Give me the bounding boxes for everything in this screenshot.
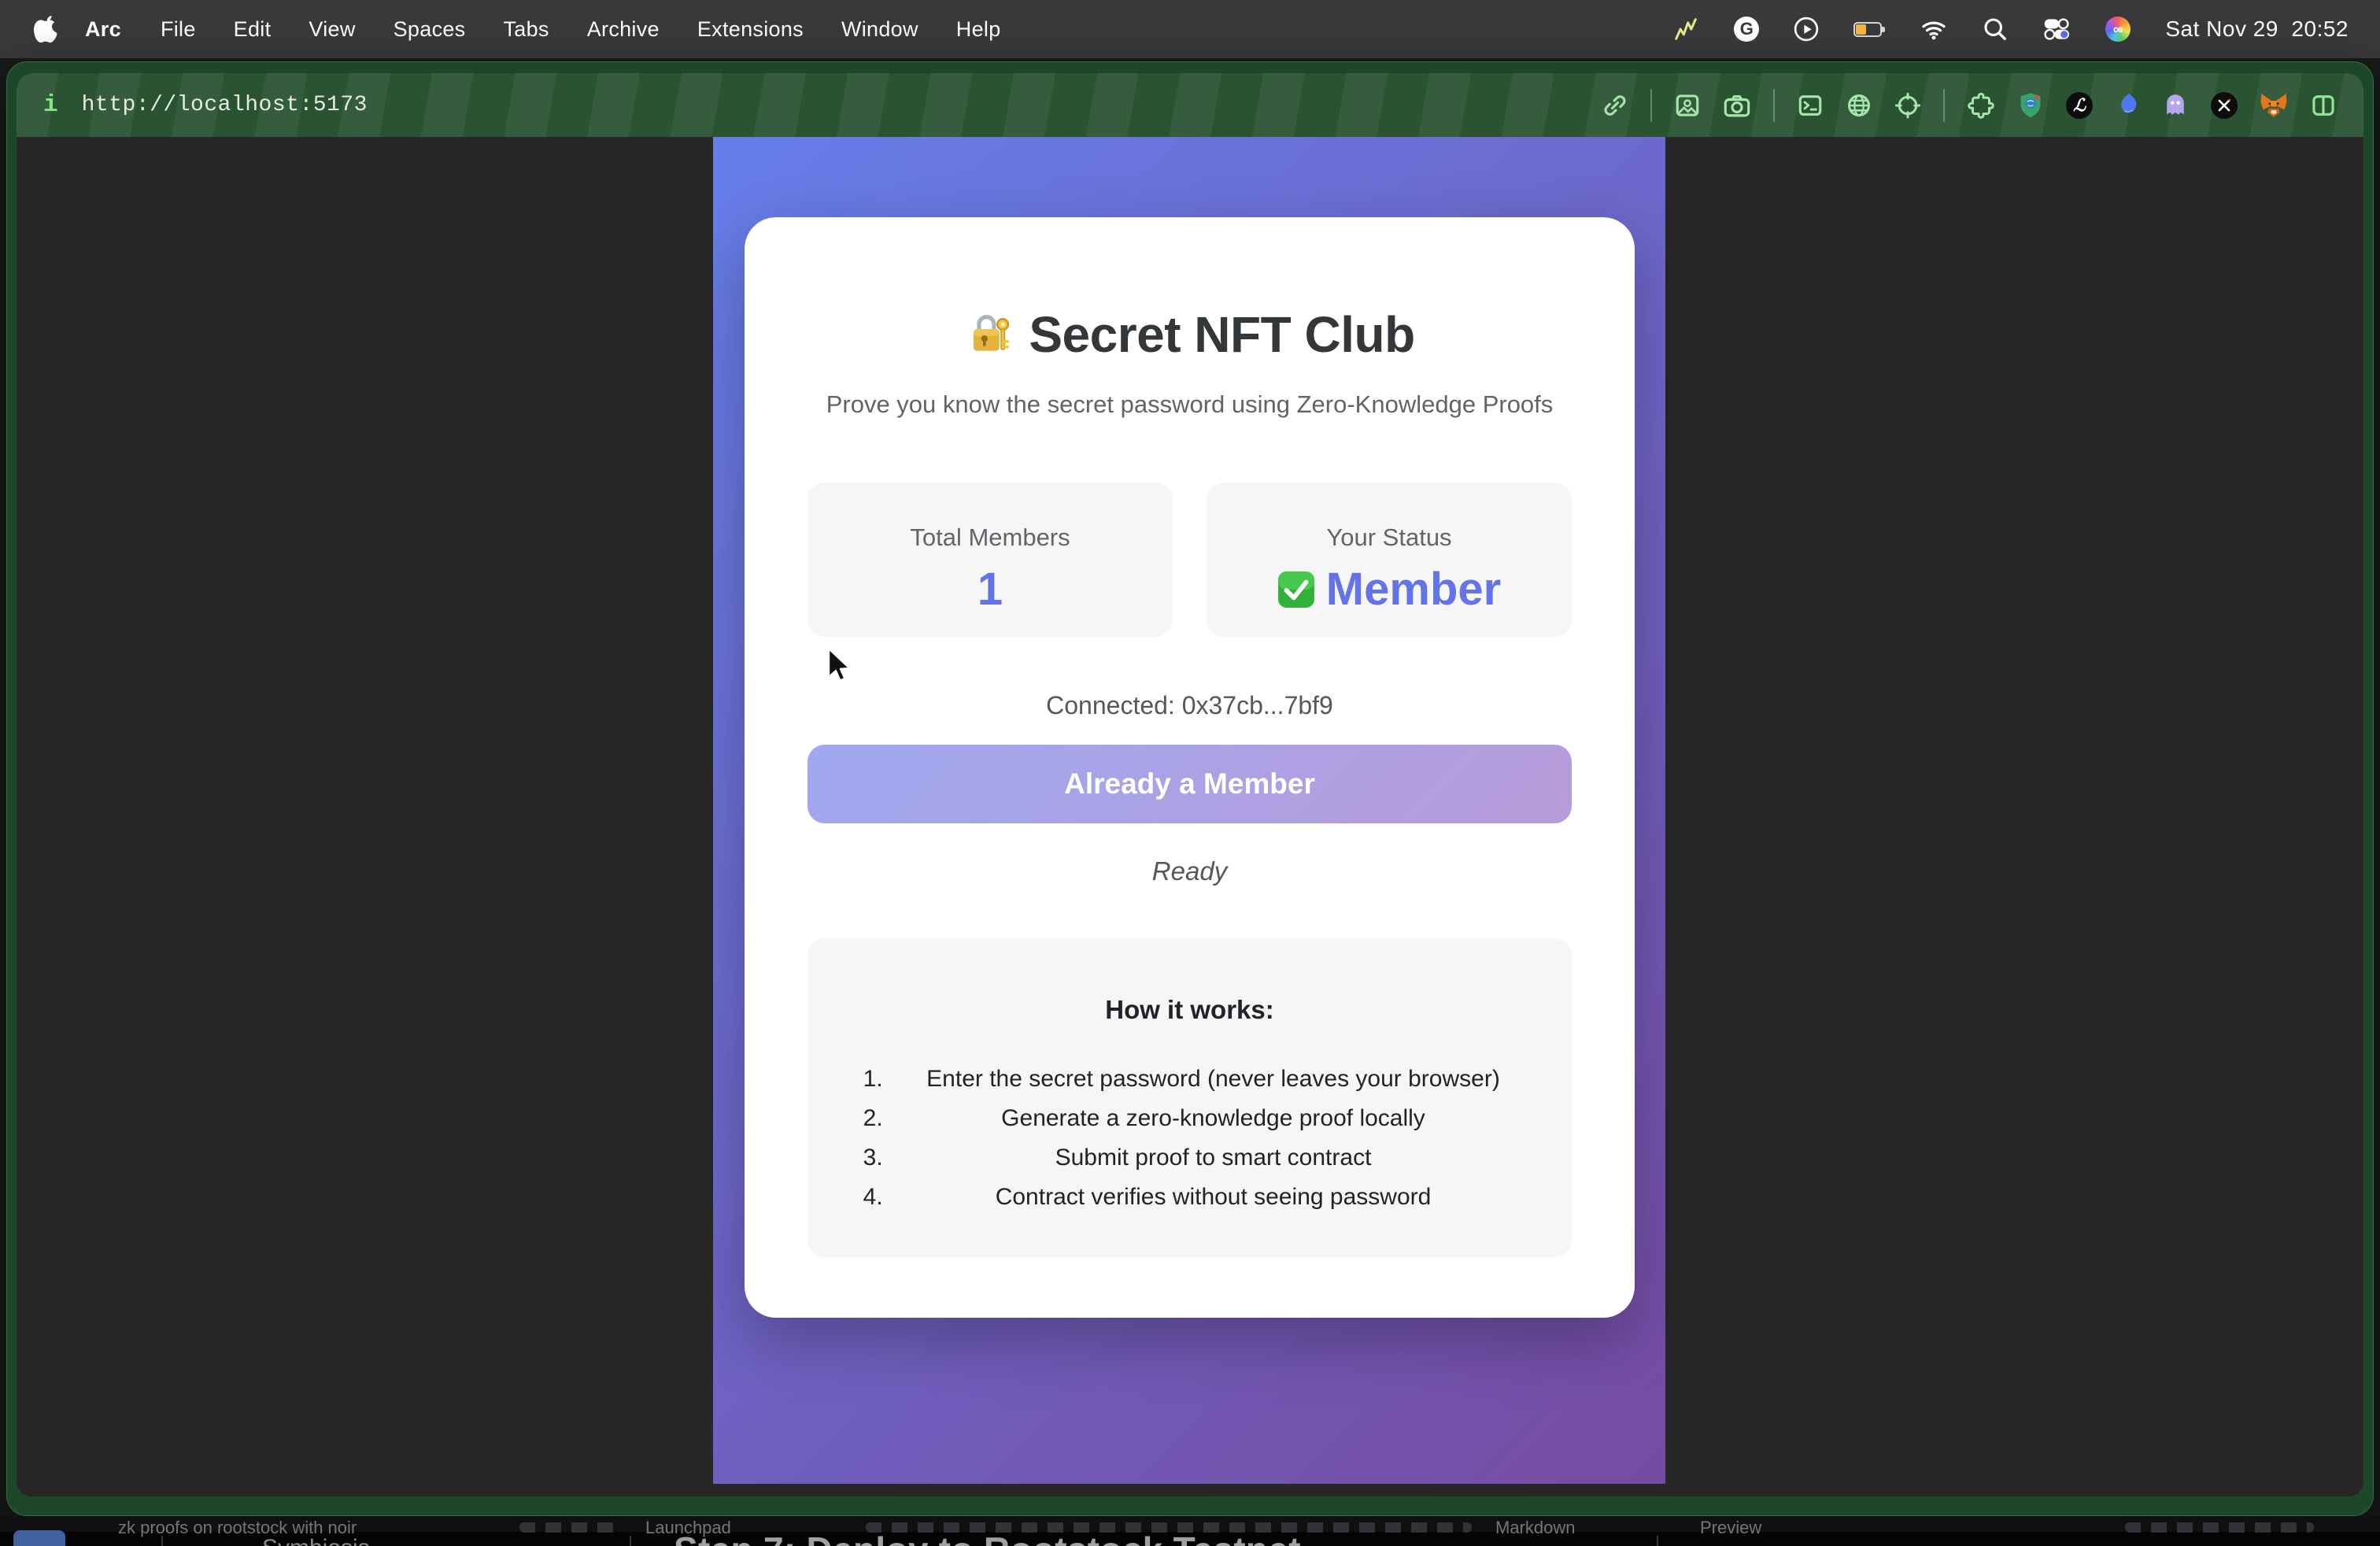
menu-archive[interactable]: Archive xyxy=(568,17,678,42)
battery-icon[interactable] xyxy=(1853,22,1885,37)
browser-viewport: Secret NFT Club Prove you know the secre… xyxy=(17,137,2363,1496)
link-icon[interactable] xyxy=(1602,92,1628,119)
background-vault-name: Symbiosis xyxy=(262,1535,370,1546)
menu-tabs[interactable]: Tabs xyxy=(484,17,567,42)
toolbar-divider xyxy=(1943,89,1945,122)
total-members-value: 1 xyxy=(808,563,1173,616)
spotlight-search-icon[interactable] xyxy=(1983,17,2008,42)
menu-extensions[interactable]: Extensions xyxy=(678,17,822,42)
site-info-icon[interactable]: i xyxy=(43,91,58,119)
total-members-box: Total Members 1 xyxy=(808,483,1173,637)
pane-divider xyxy=(630,1536,631,1546)
background-window-tab[interactable] xyxy=(13,1530,65,1546)
camera-icon[interactable] xyxy=(1723,92,1751,119)
locked-with-key-icon xyxy=(964,310,1013,359)
grammarly-icon[interactable]: G xyxy=(1734,17,1759,42)
mouse-cursor xyxy=(826,647,855,688)
toolbar-divider xyxy=(1650,89,1652,122)
how-it-works-box: How it works: Enter the secret password … xyxy=(808,938,1572,1257)
extensions-puzzle-icon[interactable] xyxy=(1967,91,1995,120)
check-mark-icon xyxy=(1277,571,1315,608)
blue-drop-extension-icon[interactable] xyxy=(2115,92,2140,119)
total-members-label: Total Members xyxy=(808,523,1173,552)
stats-row: Total Members 1 Your Status Member xyxy=(808,483,1572,637)
globe-icon[interactable] xyxy=(1846,92,1872,119)
page-title-text: Secret NFT Club xyxy=(1029,305,1414,364)
status-text: Ready xyxy=(745,856,1635,886)
status-icons: G ∞ Sat Nov 29 20:52 xyxy=(1672,17,2356,42)
apple-logo-icon[interactable] xyxy=(33,13,60,45)
battery-nub xyxy=(1882,27,1885,32)
page-title: Secret NFT Club xyxy=(745,305,1635,364)
target-icon[interactable] xyxy=(1894,92,1921,119)
split-view-icon[interactable] xyxy=(2310,92,2337,119)
page-subtitle: Prove you know the secret password using… xyxy=(745,390,1635,419)
arc-browser-window: i http://localhost:5173 ℒ xyxy=(6,61,2374,1516)
menu-help[interactable]: Help xyxy=(937,17,1020,42)
member-text: Member xyxy=(1326,563,1501,616)
how-it-works-title: How it works: xyxy=(808,938,1572,1025)
app-menus: Arc File Edit View Spaces Tabs Archive E… xyxy=(65,17,1020,42)
x-extension-icon[interactable] xyxy=(2211,92,2238,119)
your-status-label: Your Status xyxy=(1207,523,1572,552)
menu-edit[interactable]: Edit xyxy=(215,17,290,42)
metamask-icon[interactable] xyxy=(2260,92,2288,119)
toolbar-actions: ℒ xyxy=(1602,89,2337,122)
background-fragment-markdown: Markdown xyxy=(1495,1518,1575,1538)
loop-ring-icon[interactable]: ∞ xyxy=(2105,17,2131,42)
background-fragment-preview: Preview xyxy=(1700,1518,1761,1538)
media-image-icon[interactable] xyxy=(1674,92,1701,119)
illegible-icons-fragment xyxy=(2125,1522,2314,1533)
activity-chart-icon[interactable] xyxy=(1672,17,1699,41)
terminal-icon[interactable] xyxy=(1797,92,1824,119)
connected-address: Connected: 0x37cb...7bf9 xyxy=(745,691,1635,720)
already-member-button[interactable]: Already a Member xyxy=(808,745,1572,823)
browser-toolbar: i http://localhost:5173 ℒ xyxy=(17,73,2363,137)
illegible-toolbar-fragment xyxy=(519,1522,622,1533)
menu-bar: Arc File Edit View Spaces Tabs Archive E… xyxy=(0,0,2380,58)
secret-nft-club-card: Secret NFT Club Prove you know the secre… xyxy=(745,217,1635,1318)
script-l-extension-icon[interactable]: ℒ xyxy=(2066,92,2093,119)
menu-file[interactable]: File xyxy=(142,17,215,42)
adguard-shield-icon[interactable] xyxy=(2017,91,2044,120)
pane-divider xyxy=(1657,1536,1658,1546)
background-note-heading: Step 7: Deploy to Rootstock Testnet xyxy=(674,1529,1301,1546)
pane-divider xyxy=(161,1536,163,1546)
menu-arc[interactable]: Arc xyxy=(65,17,142,42)
your-status-box: Your Status Member xyxy=(1207,483,1572,637)
how-it-works-steps: Enter the secret password (never leaves … xyxy=(808,1060,1572,1217)
step-1: Enter the secret password (never leaves … xyxy=(889,1060,1537,1099)
your-status-value: Member xyxy=(1207,563,1572,616)
menu-clock[interactable]: Sat Nov 29 20:52 xyxy=(2165,17,2349,42)
menu-spaces[interactable]: Spaces xyxy=(375,17,485,42)
step-3: Submit proof to smart contract xyxy=(889,1138,1537,1178)
background-window-strip[interactable]: zk proofs on rootstock with noir Launchp… xyxy=(0,1516,2380,1546)
battery-level xyxy=(1856,24,1866,35)
menu-window[interactable]: Window xyxy=(822,17,937,42)
address-url[interactable]: http://localhost:5173 xyxy=(82,93,368,117)
webpage-background: Secret NFT Club Prove you know the secre… xyxy=(713,137,1665,1484)
control-center-icon[interactable] xyxy=(2042,17,2071,42)
play-circle-icon[interactable] xyxy=(1794,17,1819,42)
step-4: Contract verifies without seeing passwor… xyxy=(889,1178,1537,1217)
ghostery-icon[interactable] xyxy=(2162,92,2189,119)
wifi-icon[interactable] xyxy=(1920,17,1948,41)
step-2: Generate a zero-knowledge proof locally xyxy=(889,1099,1537,1138)
menu-view[interactable]: View xyxy=(290,17,374,42)
toolbar-divider xyxy=(1773,89,1775,122)
script-l-glyph: ℒ xyxy=(2073,95,2086,116)
